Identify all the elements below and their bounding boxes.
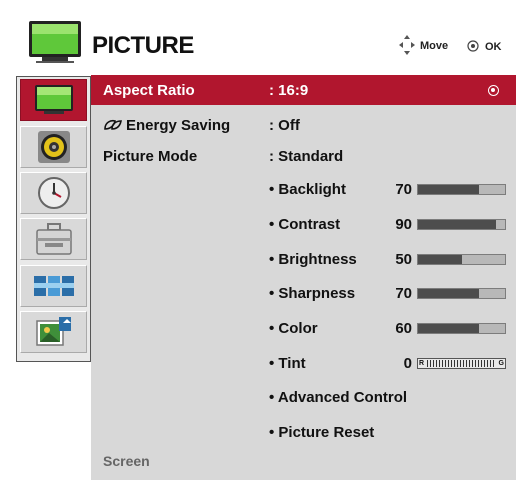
aspect-ratio-label: Aspect Ratio (103, 82, 195, 99)
tint-label: • Tint (269, 355, 306, 372)
picture-reset-label: • Picture Reset (269, 424, 375, 441)
color-row[interactable]: • Color 60 (91, 313, 516, 343)
rail-item-picture[interactable] (20, 79, 87, 121)
tint-slider[interactable]: R G (417, 358, 506, 369)
aspect-ratio-value: : 16:9 (269, 82, 309, 99)
sharpness-label: • Sharpness (269, 285, 356, 302)
energy-saving-label: Energy Saving (103, 117, 230, 134)
tint-red-mark: R (419, 360, 425, 367)
input-list-icon (33, 276, 74, 296)
screen-item[interactable]: Screen (103, 453, 150, 469)
advanced-control-label: • Advanced Control (269, 389, 408, 406)
picture-reset-row[interactable]: • Picture Reset (91, 417, 516, 447)
contrast-slider[interactable] (417, 219, 506, 230)
picture-menu-panel: Aspect Ratio : 16:9 Energy Saving : Off … (91, 75, 516, 480)
rail-item-input[interactable] (20, 265, 87, 307)
contrast-row[interactable]: • Contrast 90 (91, 209, 516, 239)
ok-select-icon (488, 85, 499, 96)
backlight-slider[interactable] (417, 184, 506, 195)
picture-mode-row[interactable]: Picture Mode : Standard (91, 141, 516, 171)
option-toolbox-icon (35, 223, 72, 255)
energy-saving-value: : Off (269, 117, 300, 134)
tv-icon (29, 21, 81, 63)
move-arrows-icon (399, 35, 415, 55)
contrast-value: 90 (395, 216, 412, 233)
aspect-ratio-row[interactable]: Aspect Ratio : 16:9 (91, 75, 516, 105)
menu-header: PICTURE Move OK (26, 16, 516, 72)
brightness-label: • Brightness (269, 251, 357, 268)
tint-value: 0 (403, 355, 412, 372)
ok-hint: OK (485, 41, 502, 53)
page-title: PICTURE (92, 32, 194, 59)
rail-item-media[interactable] (20, 311, 87, 353)
brightness-slider[interactable] (417, 254, 506, 265)
color-value: 60 (395, 320, 412, 337)
sharpness-row[interactable]: • Sharpness 70 (91, 278, 516, 308)
picture-tv-icon (34, 85, 73, 114)
energy-saving-row[interactable]: Energy Saving : Off (91, 110, 516, 140)
usb-media-icon (35, 317, 71, 346)
advanced-control-row[interactable]: • Advanced Control (91, 382, 516, 412)
rail-item-audio[interactable] (20, 126, 87, 168)
brightness-row[interactable]: • Brightness 50 (91, 244, 516, 274)
audio-speaker-icon (37, 131, 70, 163)
ok-button-icon (467, 40, 479, 52)
backlight-row[interactable]: • Backlight 70 (91, 174, 516, 204)
category-rail (16, 76, 91, 362)
color-label: • Color (269, 320, 318, 337)
tint-scale (427, 360, 496, 367)
energy-leaf-icon (104, 119, 122, 130)
brightness-value: 50 (395, 251, 412, 268)
backlight-value: 70 (395, 181, 412, 198)
sharpness-slider[interactable] (417, 288, 506, 299)
contrast-label: • Contrast (269, 216, 341, 233)
tint-green-mark: G (498, 360, 504, 367)
picture-mode-label: Picture Mode (103, 148, 198, 165)
rail-item-time[interactable] (20, 172, 87, 214)
time-clock-icon (37, 177, 70, 209)
move-hint: Move (420, 40, 449, 52)
backlight-label: • Backlight (269, 181, 346, 198)
sharpness-value: 70 (395, 285, 412, 302)
rail-item-option[interactable] (20, 218, 87, 260)
color-slider[interactable] (417, 323, 506, 334)
picture-mode-value: : Standard (269, 148, 344, 165)
tint-row[interactable]: • Tint 0 R G (91, 348, 516, 378)
